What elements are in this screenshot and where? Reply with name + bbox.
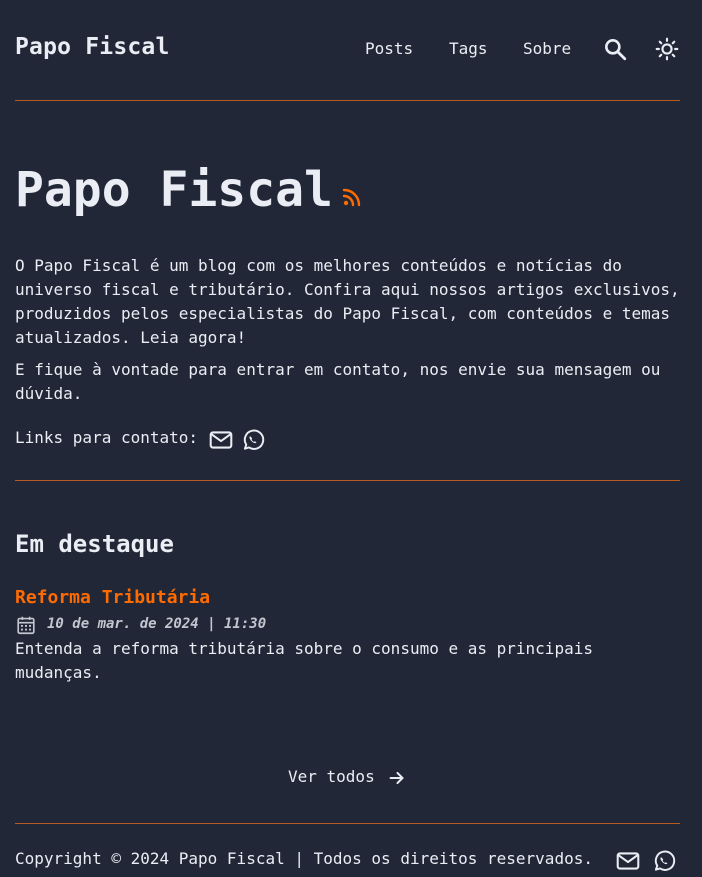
theme-toggle-button[interactable] [654, 36, 680, 62]
footer-email-link[interactable] [615, 848, 641, 874]
site-logo[interactable]: Papo Fiscal [15, 34, 170, 60]
whatsapp-icon [243, 429, 265, 450]
search-icon [605, 39, 627, 61]
contact-whatsapp-link[interactable] [240, 427, 266, 453]
contact-invite-paragraph: E fique à vontade para entrar em contato… [15, 360, 661, 403]
page-title: Papo Fiscal [15, 162, 333, 218]
featured-heading: Em destaque [15, 530, 174, 558]
footer-divider [15, 823, 680, 824]
sun-icon [655, 37, 679, 61]
featured-post-description: Entenda a reforma tributária sobre o con… [15, 639, 593, 682]
page: Papo Fiscal Posts Tags Sobre Papo Fiscal… [0, 0, 702, 877]
main-nav: Posts Tags Sobre [365, 36, 680, 64]
see-all-label: Ver todos [288, 767, 375, 786]
search-button[interactable] [602, 36, 628, 62]
calendar-icon [17, 616, 35, 635]
mail-icon [209, 431, 233, 449]
site-header: Papo Fiscal Posts Tags Sobre [15, 0, 680, 101]
arrow-right-icon [389, 771, 404, 785]
contact-email-link[interactable] [208, 427, 234, 453]
intro-paragraph: O Papo Fiscal é um blog com os melhores … [15, 256, 680, 347]
mail-icon [616, 852, 640, 870]
copyright-text: Copyright © 2024 Papo Fiscal | Todos os … [15, 849, 593, 868]
rss-icon [342, 188, 361, 207]
nav-sobre[interactable]: Sobre [523, 39, 571, 58]
featured-post-title[interactable]: Reforma Tributária [15, 587, 210, 608]
featured-post-date: 10 de mar. de 2024 | 11:30 [47, 616, 267, 632]
contact-label: Links para contato: [15, 428, 199, 447]
nav-posts[interactable]: Posts [365, 39, 413, 58]
nav-tags[interactable]: Tags [449, 39, 488, 58]
footer-whatsapp-link[interactable] [651, 848, 677, 874]
section-divider [15, 480, 680, 481]
whatsapp-icon [654, 850, 676, 871]
